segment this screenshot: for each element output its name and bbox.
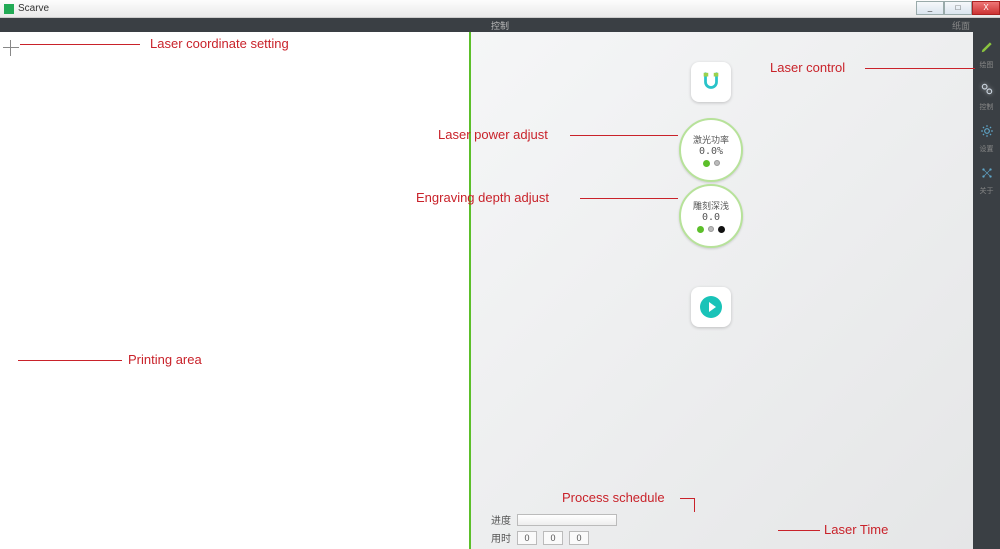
progress-bar[interactable] bbox=[517, 514, 617, 526]
app-icon bbox=[4, 4, 14, 14]
header-right-label: 纸面 bbox=[952, 19, 970, 32]
sidebar-control-label: 控制 bbox=[980, 102, 994, 112]
sidebar-draw-icon[interactable] bbox=[978, 38, 996, 56]
engraving-depth-label: 雕刻深浅 bbox=[693, 199, 729, 212]
window-close-button[interactable]: X bbox=[972, 1, 1000, 15]
window-title: Scarve bbox=[18, 3, 49, 14]
progress-label: 进度 bbox=[481, 512, 511, 527]
engraving-depth-value: 0.0 bbox=[702, 212, 720, 223]
start-engrave-button[interactable] bbox=[691, 287, 731, 327]
time-hours-box: 0 bbox=[517, 531, 537, 545]
sidebar-about-icon[interactable] bbox=[978, 164, 996, 182]
window-titlebar: Scarve _ □ X bbox=[0, 0, 1000, 18]
laser-power-label: 激光功率 bbox=[693, 133, 729, 146]
sidebar-about-label: 关于 bbox=[980, 186, 994, 196]
app-header-bar: 控制 纸面 bbox=[0, 18, 1000, 32]
time-label: 用时 bbox=[481, 530, 511, 545]
sidebar-draw-label: 绘图 bbox=[980, 60, 994, 70]
control-pane: 激光功率 0.0% 雕刻深浅 0.0 进度 bbox=[471, 32, 973, 549]
window-minimize-button[interactable]: _ bbox=[916, 1, 944, 15]
dot-grey-icon bbox=[714, 160, 720, 166]
engraving-depth-indicator-dots bbox=[697, 226, 725, 233]
dot-green-icon bbox=[703, 160, 710, 167]
play-icon bbox=[699, 295, 723, 319]
sidebar-settings-label: 设置 bbox=[980, 144, 994, 154]
coordinate-origin-icon[interactable] bbox=[3, 40, 19, 56]
magnet-icon bbox=[700, 71, 722, 93]
window-maximize-button[interactable]: □ bbox=[944, 1, 972, 15]
time-seconds-box: 0 bbox=[569, 531, 589, 545]
laser-head-icon[interactable] bbox=[691, 62, 731, 102]
right-sidebar: 绘图 控制 设置 关于 bbox=[973, 32, 1000, 549]
dot-black-icon bbox=[718, 226, 725, 233]
printing-area-pane[interactable] bbox=[0, 32, 469, 549]
laser-power-indicator-dots bbox=[703, 160, 720, 167]
laser-power-dial[interactable]: 激光功率 0.0% bbox=[679, 118, 743, 182]
time-minutes-box: 0 bbox=[543, 531, 563, 545]
sidebar-control-icon[interactable] bbox=[978, 80, 996, 98]
sidebar-settings-icon[interactable] bbox=[978, 122, 996, 140]
dot-grey-icon bbox=[708, 226, 714, 232]
status-bar: 进度 用时 0 0 0 bbox=[471, 509, 973, 549]
dot-green-icon bbox=[697, 226, 704, 233]
laser-power-value: 0.0% bbox=[699, 146, 723, 157]
header-center-label: 控制 bbox=[491, 19, 509, 32]
engraving-depth-dial[interactable]: 雕刻深浅 0.0 bbox=[679, 184, 743, 248]
window-buttons: _ □ X bbox=[916, 0, 1000, 15]
